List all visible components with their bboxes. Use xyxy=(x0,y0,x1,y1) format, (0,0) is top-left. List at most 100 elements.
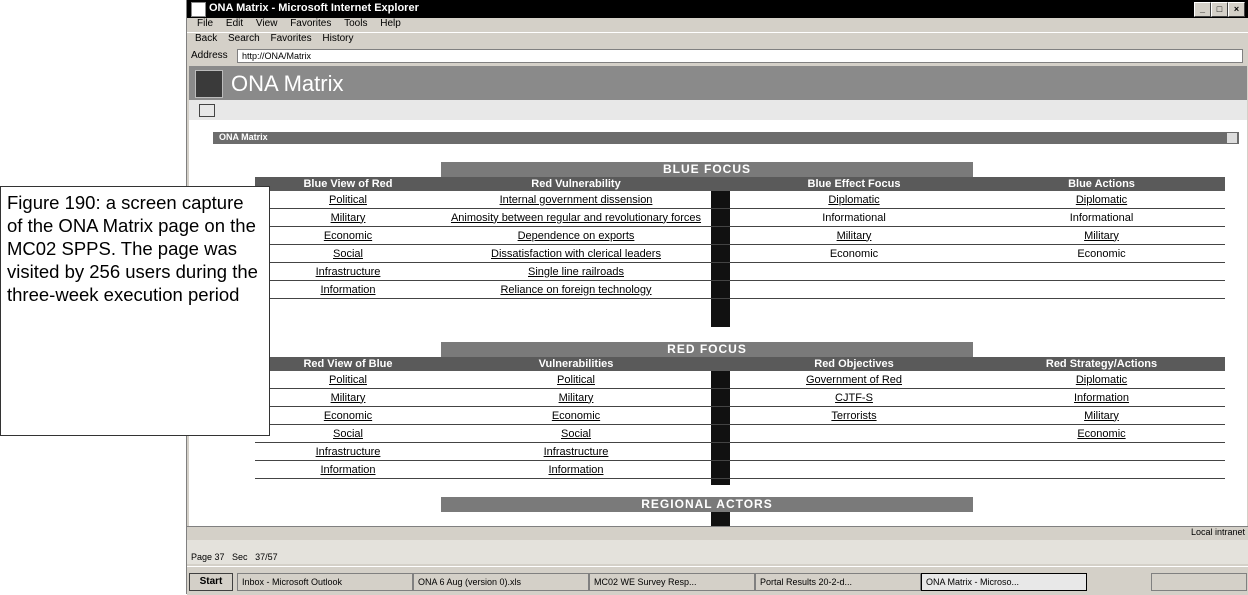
matrix-link[interactable]: CJTF-S xyxy=(835,392,873,404)
matrix-link[interactable]: Dependence on exports xyxy=(518,230,635,242)
separator-cell xyxy=(711,357,730,371)
col-header: Red Vulnerability xyxy=(441,177,711,191)
history-button[interactable]: History xyxy=(322,33,353,44)
matrix-link[interactable]: Political xyxy=(329,374,367,386)
matrix-link[interactable]: Social xyxy=(561,428,591,440)
security-zone: Local intranet xyxy=(1190,527,1245,537)
table-row: Information Reliance on foreign technolog… xyxy=(255,280,1225,299)
taskbar-item[interactable]: ONA 6 Aug (version 0).xls xyxy=(413,573,589,591)
word-status-bar: Page 37 Sec 37/57 xyxy=(187,540,1248,564)
portlet-title: ONA Matrix xyxy=(219,132,268,142)
matrix-link[interactable]: Information xyxy=(320,464,375,476)
matrix-cell xyxy=(730,280,978,299)
matrix-link[interactable]: Diplomatic xyxy=(828,194,879,206)
separator-cell xyxy=(711,177,730,191)
matrix-link[interactable]: Infrastructure xyxy=(544,446,609,458)
maximize-button[interactable]: □ xyxy=(1211,2,1228,17)
matrix-link[interactable]: Political xyxy=(329,194,367,206)
title-bar: ONA Matrix - Microsoft Internet Explorer… xyxy=(187,0,1248,18)
menu-tools[interactable]: Tools xyxy=(344,18,367,29)
taskbar-item[interactable]: MC02 WE Survey Resp... xyxy=(589,573,755,591)
word-page: Page 37 xyxy=(191,552,225,562)
back-button[interactable]: Back xyxy=(195,33,217,44)
table-row: Military Military CJTF-S Information xyxy=(255,388,1225,407)
matrix-link[interactable]: Military xyxy=(1084,230,1119,242)
matrix-link[interactable]: Dissatisfaction with clerical leaders xyxy=(491,248,661,260)
blue-focus-title: BLUE FOCUS xyxy=(441,162,973,177)
taskbar: Start Inbox - Microsoft Outlook ONA 6 Au… xyxy=(187,566,1248,595)
table-row: Political Internal government dissension D… xyxy=(255,191,1225,209)
toolbar: Back Search Favorites History xyxy=(187,32,1248,49)
page-viewport: ONA Matrix ONA Matrix BLUE FOCUS Blue Vi… xyxy=(189,66,1247,526)
breadcrumb xyxy=(189,100,1247,120)
page-title: ONA Matrix xyxy=(231,71,344,96)
favorites-button[interactable]: Favorites xyxy=(270,33,311,44)
matrix-link[interactable]: Terrorists xyxy=(831,410,876,422)
matrix-link[interactable]: Information xyxy=(1074,392,1129,404)
table-row: Social Social Economic xyxy=(255,424,1225,443)
table-row: Social Dissatisfaction with clerical lead… xyxy=(255,244,1225,263)
table-row: Military Animosity between regular and re… xyxy=(255,208,1225,227)
menu-view[interactable]: View xyxy=(256,18,278,29)
close-button[interactable]: × xyxy=(1228,2,1245,17)
col-header: Vulnerabilities xyxy=(441,357,711,371)
ie-icon xyxy=(191,2,206,17)
portlet-control-icon[interactable] xyxy=(1227,133,1237,143)
matrix-cell xyxy=(730,460,978,479)
col-header: Red Strategy/Actions xyxy=(978,357,1225,371)
address-label: Address xyxy=(191,50,228,61)
matrix-link[interactable]: Animosity between regular and revolution… xyxy=(451,212,701,224)
matrix-link[interactable]: Military xyxy=(1084,410,1119,422)
menu-help[interactable]: Help xyxy=(380,18,401,29)
system-tray xyxy=(1151,573,1247,591)
menu-bar: File Edit View Favorites Tools Help xyxy=(187,18,1248,32)
address-input[interactable]: http://ONA/Matrix xyxy=(237,49,1243,63)
menu-file[interactable]: File xyxy=(197,18,213,29)
matrix-link[interactable]: Military xyxy=(331,392,366,404)
taskbar-item[interactable]: Portal Results 20-2-d... xyxy=(755,573,921,591)
table-row: Infrastructure Single line railroads xyxy=(255,262,1225,281)
matrix-link[interactable]: Infrastructure xyxy=(316,266,381,278)
matrix-link[interactable]: Military xyxy=(837,230,872,242)
column-separator xyxy=(711,512,730,526)
matrix-link[interactable]: Military xyxy=(331,212,366,224)
matrix-link[interactable]: Information xyxy=(548,464,603,476)
matrix-link[interactable]: Reliance on foreign technology xyxy=(500,284,651,296)
matrix-link[interactable]: Economic xyxy=(1077,428,1125,440)
matrix-link[interactable]: Social xyxy=(333,428,363,440)
matrix-cell: Economic xyxy=(978,244,1225,263)
start-button[interactable]: Start xyxy=(189,573,233,591)
matrix-link[interactable]: Diplomatic xyxy=(1076,194,1127,206)
matrix-cell xyxy=(730,262,978,281)
taskbar-item-active[interactable]: ONA Matrix - Microso... xyxy=(921,573,1087,591)
search-button[interactable]: Search xyxy=(228,33,260,44)
matrix-link[interactable]: Social xyxy=(333,248,363,260)
regional-actors-title: REGIONAL ACTORS xyxy=(441,497,973,512)
matrix-cell xyxy=(978,280,1225,299)
matrix-link[interactable]: Economic xyxy=(552,410,600,422)
menu-favorites[interactable]: Favorites xyxy=(290,18,331,29)
matrix-link[interactable]: Infrastructure xyxy=(316,446,381,458)
col-header: Red View of Blue xyxy=(255,357,441,371)
blue-focus-table: Blue View of Red Red Vulnerability Blue … xyxy=(255,177,1225,299)
matrix-link[interactable]: Government of Red xyxy=(806,374,902,386)
word-pos: 37/57 xyxy=(255,552,278,562)
matrix-link[interactable]: Internal government dissension xyxy=(500,194,653,206)
table-row: Economic Dependence on exports Military Mil… xyxy=(255,226,1225,245)
matrix-link[interactable]: Military xyxy=(559,392,594,404)
matrix-cell xyxy=(978,442,1225,461)
matrix-link[interactable]: Economic xyxy=(324,410,372,422)
matrix-cell xyxy=(730,424,978,443)
matrix-link[interactable]: Diplomatic xyxy=(1076,374,1127,386)
col-header: Blue Actions xyxy=(978,177,1225,191)
matrix-link[interactable]: Information xyxy=(320,284,375,296)
matrix-link[interactable]: Single line railroads xyxy=(528,266,624,278)
folder-icon xyxy=(199,104,215,117)
minimize-button[interactable]: _ xyxy=(1194,2,1211,17)
table-row: Information Information xyxy=(255,460,1225,479)
taskbar-item[interactable]: Inbox - Microsoft Outlook xyxy=(237,573,413,591)
matrix-link[interactable]: Economic xyxy=(324,230,372,242)
matrix-link[interactable]: Political xyxy=(557,374,595,386)
menu-edit[interactable]: Edit xyxy=(226,18,243,29)
col-header: Blue View of Red xyxy=(255,177,441,191)
